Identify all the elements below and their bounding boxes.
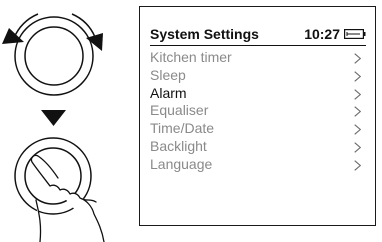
menu-item-kitchen-timer[interactable]: Kitchen timer — [150, 49, 366, 67]
menu-item-backlight[interactable]: Backlight — [150, 138, 366, 156]
menu-item-label: Kitchen timer — [150, 49, 232, 65]
radio-display: System Settings 10:27 Kitchen timer Slee… — [139, 6, 376, 226]
knob-instructions — [2, 13, 105, 242]
chevron-right-icon — [354, 142, 361, 153]
hand-icon — [30, 154, 105, 242]
chevron-right-icon — [354, 124, 361, 135]
settings-menu: Kitchen timer Sleep Alarm Equaliser Time… — [150, 49, 366, 174]
down-triangle-icon — [41, 110, 66, 126]
menu-item-language[interactable]: Language — [150, 156, 366, 174]
menu-item-alarm[interactable]: Alarm — [150, 85, 366, 103]
battery-icon — [344, 29, 366, 39]
menu-item-label: Backlight — [150, 137, 207, 154]
menu-item-label: Equaliser — [150, 102, 209, 119]
menu-title: System Settings — [150, 26, 259, 42]
chevron-right-icon — [354, 53, 361, 64]
menu-item-time-date[interactable]: Time/Date — [150, 120, 366, 138]
clock-time: 10:27 — [304, 26, 340, 42]
rotate-knob-icon[interactable] — [13, 13, 96, 96]
menu-item-sleep[interactable]: Sleep — [150, 67, 366, 85]
chevron-right-icon — [354, 88, 361, 100]
chevron-right-icon — [354, 71, 361, 82]
menu-item-label: Sleep — [150, 66, 186, 83]
menu-header: System Settings 10:27 — [150, 25, 366, 46]
menu-item-equaliser[interactable]: Equaliser — [150, 102, 366, 120]
menu-item-label: Alarm — [150, 84, 187, 101]
menu-item-label: Language — [150, 155, 213, 172]
chevron-right-icon — [354, 160, 361, 171]
chevron-right-icon — [354, 106, 361, 118]
menu-item-label: Time/Date — [150, 120, 215, 137]
